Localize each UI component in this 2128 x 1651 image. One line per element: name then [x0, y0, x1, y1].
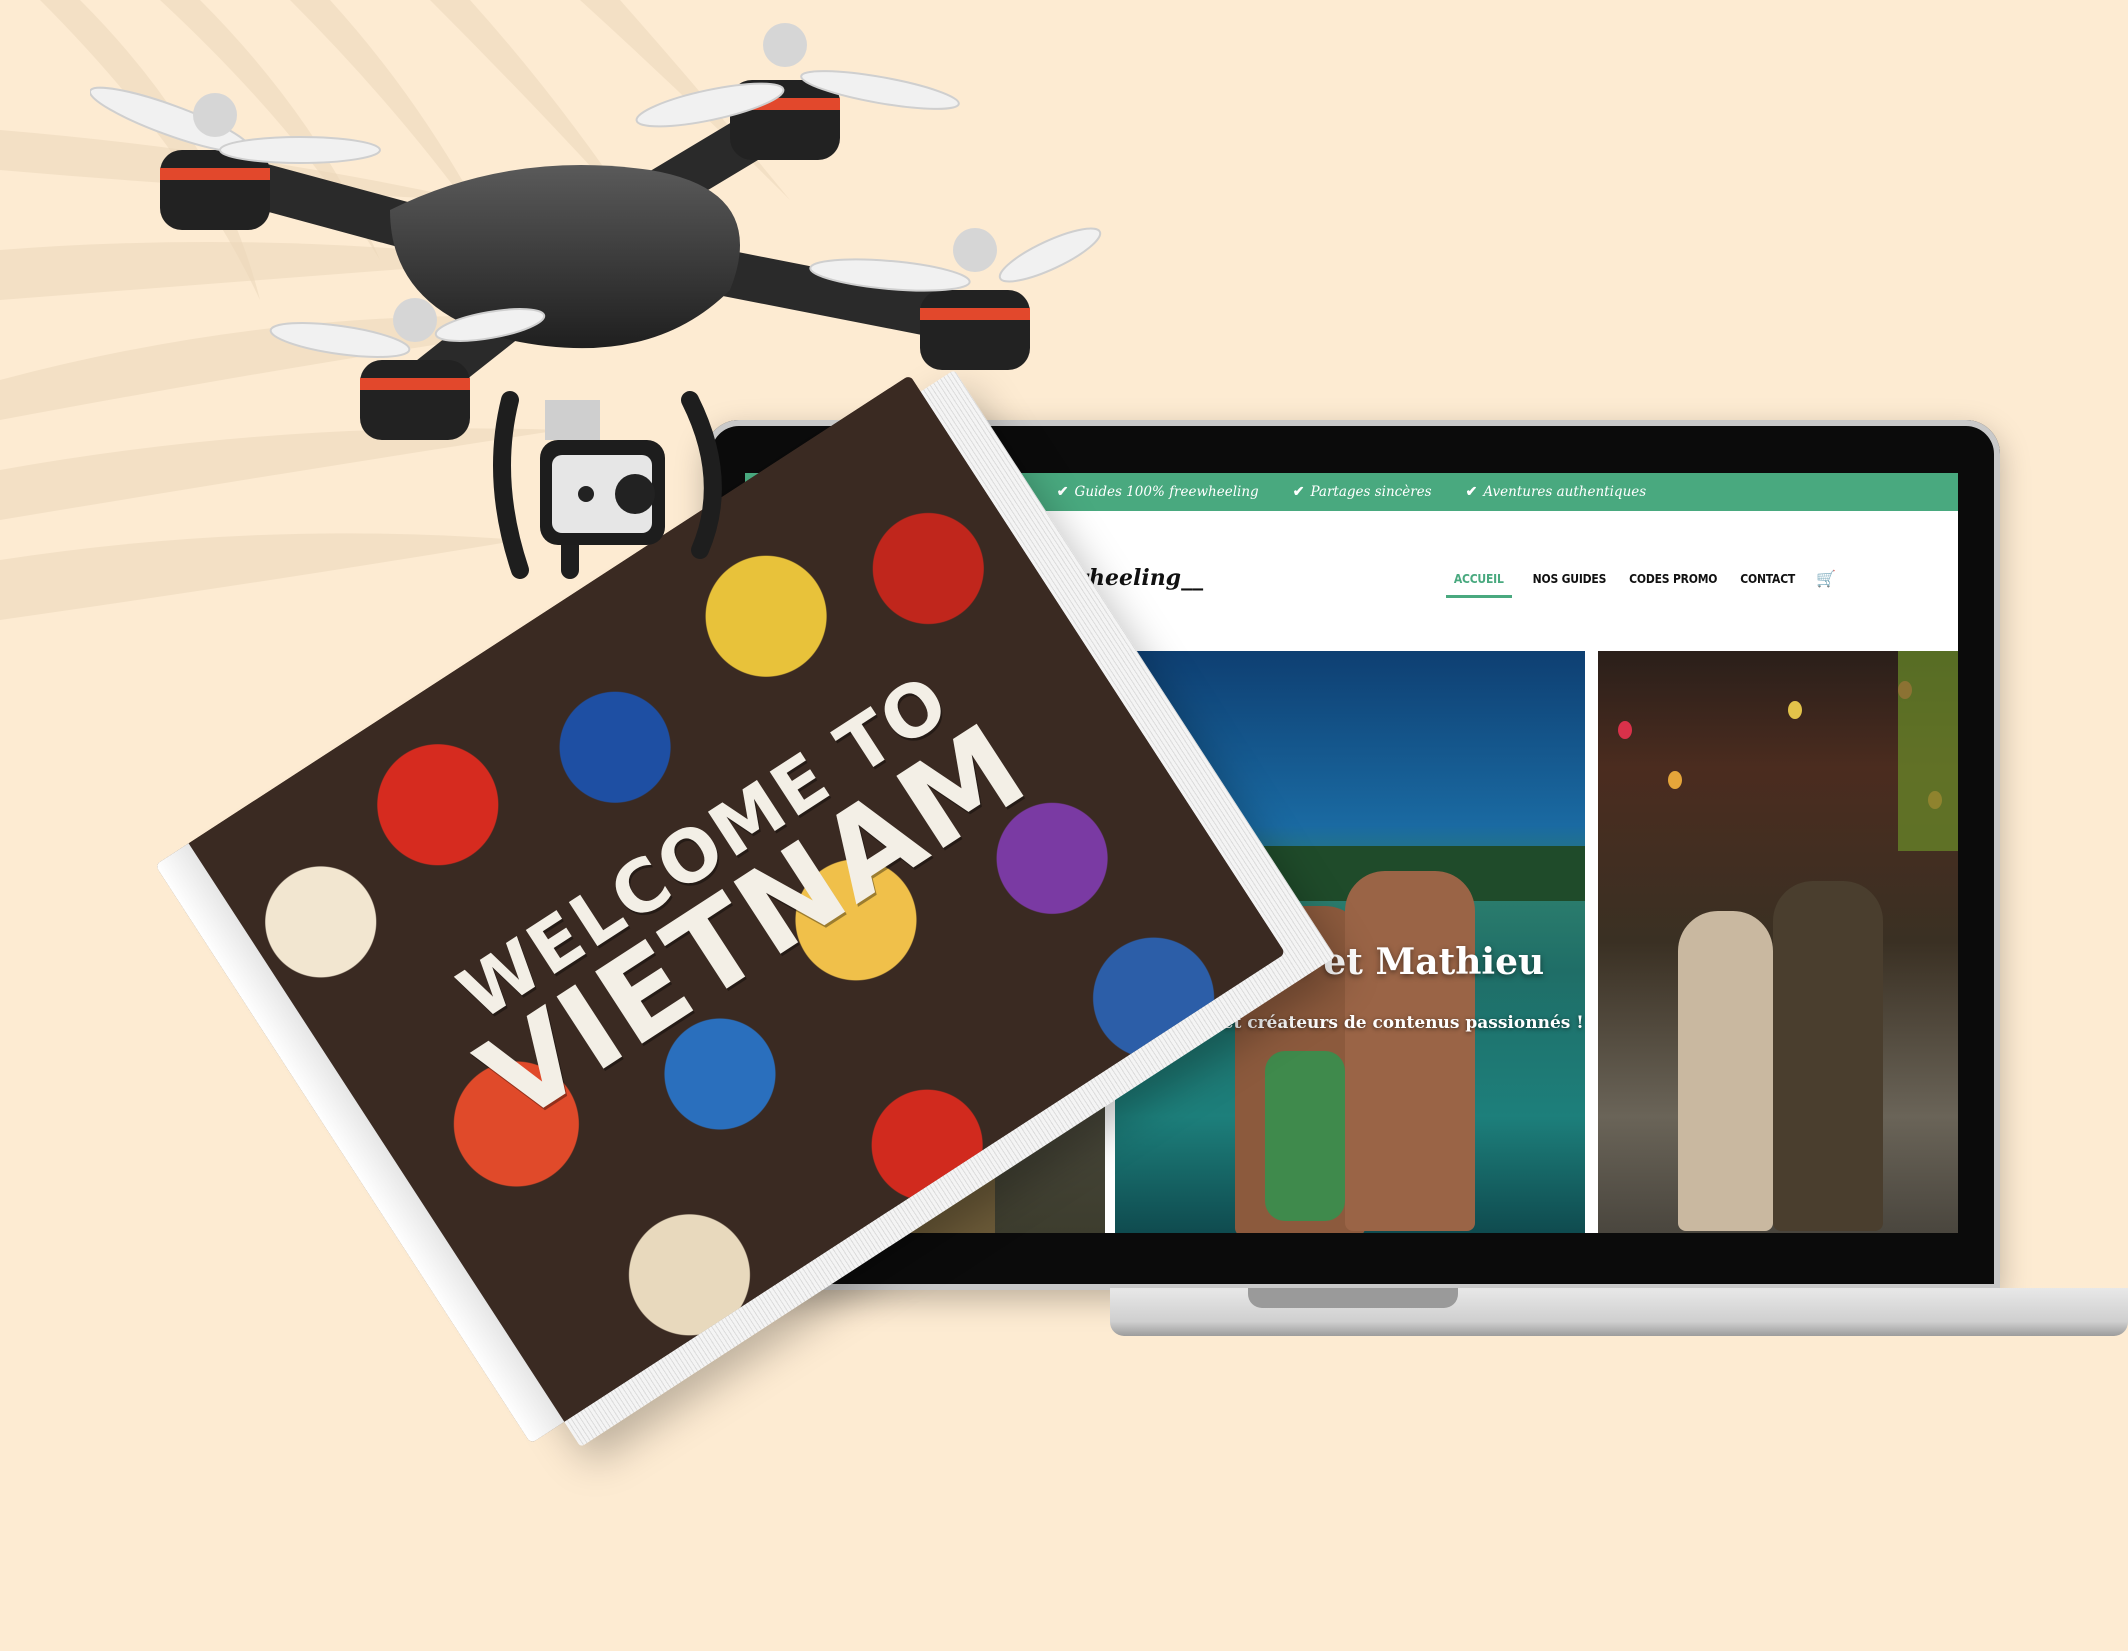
main-nav: ACCUEIL NOS GUIDES CODES PROMO CONTACT 🛒 — [1445, 569, 1836, 598]
nav-nos-guides[interactable]: NOS GUIDES — [1531, 572, 1609, 586]
nav-accueil[interactable]: ACCUEIL — [1445, 572, 1512, 598]
cart-icon[interactable]: 🛒 — [1816, 569, 1836, 588]
topbar-label: Partages sincères — [1310, 484, 1432, 500]
topbar-item: ✔ Aventures authentiques — [1466, 484, 1647, 500]
book-title: WELCOME TO VIETNAM — [392, 628, 1077, 1161]
topbar-label: Aventures authentiques — [1483, 484, 1647, 500]
drone-icon — [90, 23, 1102, 579]
check-icon: ✔ — [1292, 484, 1305, 500]
nav-contact[interactable]: CONTACT — [1738, 572, 1797, 586]
check-icon: ✔ — [1465, 484, 1478, 500]
laptop-notch — [1248, 1288, 1458, 1308]
topbar-item: ✔ Partages sincères — [1293, 484, 1432, 500]
nav-codes-promo[interactable]: CODES PROMO — [1627, 572, 1719, 586]
